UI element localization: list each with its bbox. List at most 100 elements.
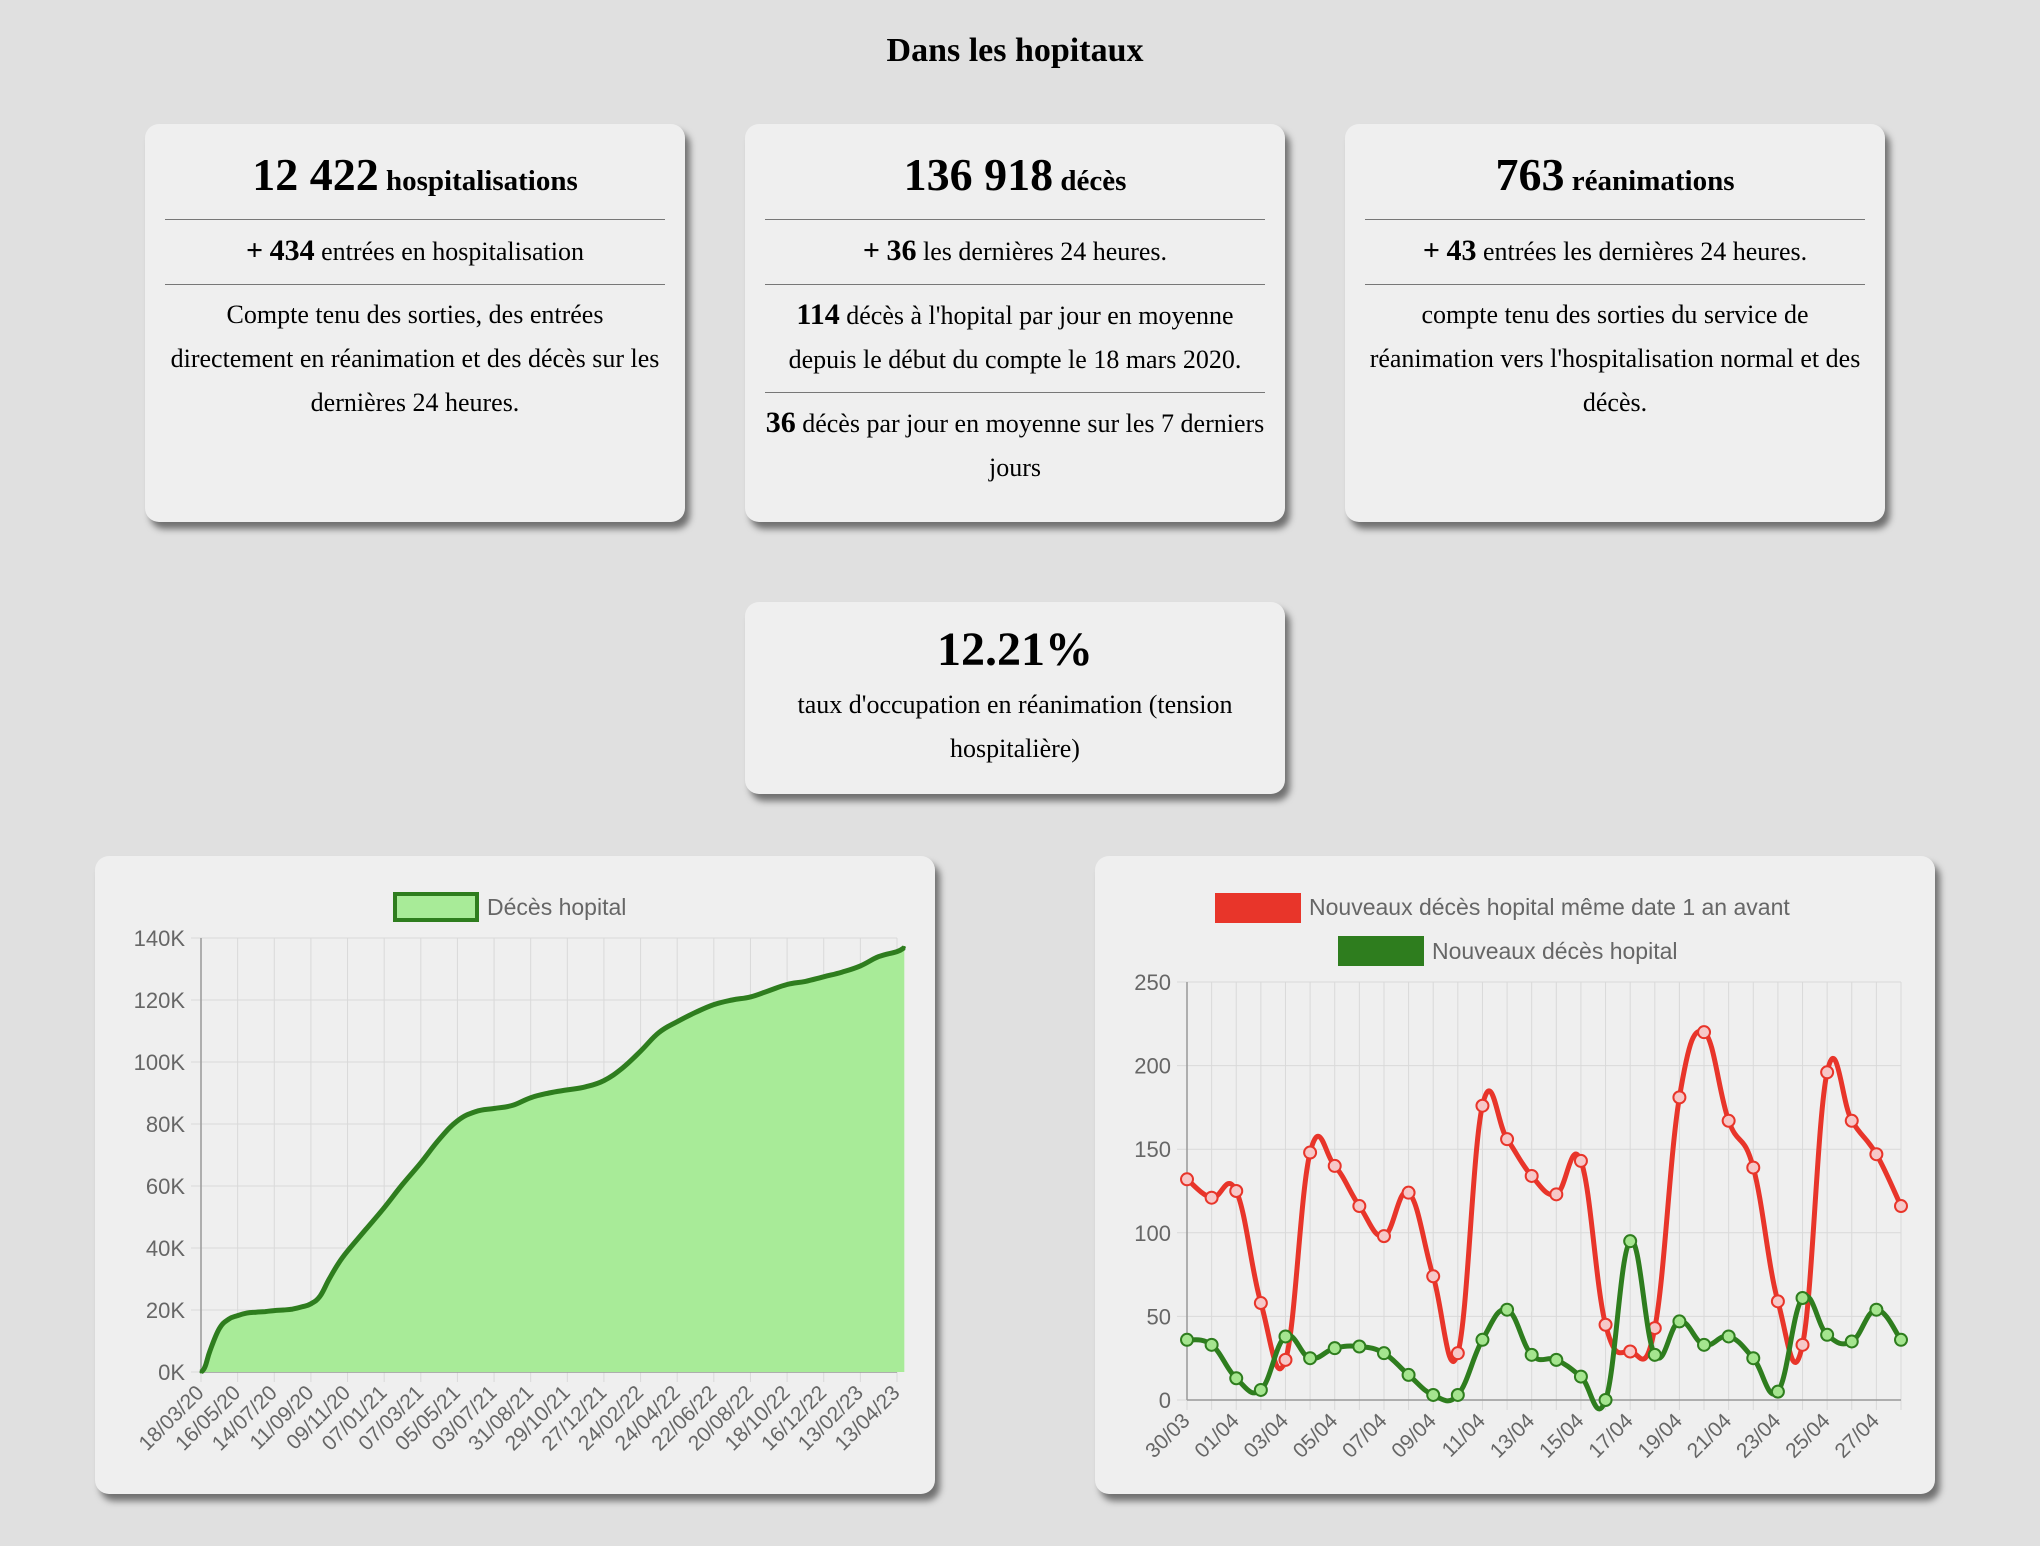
- data-point: [437, 1138, 441, 1141]
- data-point: [208, 1348, 212, 1352]
- data-point: [419, 1161, 423, 1165]
- x-tick-label: 23/04: [1732, 1409, 1786, 1463]
- y-tick-label: 150: [1134, 1137, 1171, 1162]
- y-tick-label: 100: [1134, 1221, 1171, 1246]
- occupancy-value: 12.21%: [937, 623, 1093, 676]
- x-tick-label: 01/04: [1190, 1409, 1244, 1463]
- hospitalisations-heading: 12 422 hospitalisations: [165, 148, 665, 220]
- data-point: [245, 1311, 249, 1315]
- series-nouveaux-deces-point: [1278, 1329, 1293, 1344]
- series-nouveaux-deces-point: [1820, 1327, 1835, 1342]
- data-point: [327, 1277, 331, 1281]
- change-prefix: +: [862, 234, 881, 267]
- data-point: [291, 1307, 295, 1311]
- change-value: 43: [1446, 234, 1477, 267]
- data-point: [547, 1091, 551, 1095]
- series-nouveaux-deces-point: [1229, 1371, 1244, 1386]
- change-prefix: +: [246, 234, 264, 267]
- series-deces-1-an-avant-point: [1894, 1199, 1908, 1214]
- y-tick-label: 80K: [146, 1112, 185, 1137]
- series-deces-1-an-avant-point: [1869, 1147, 1884, 1162]
- deces-average-since-start: 114 décès à l'hopital par jour en moyenn…: [765, 285, 1265, 393]
- series-nouveaux-deces-line: [1186, 1238, 1904, 1412]
- data-point: [529, 1096, 533, 1100]
- y-tick-label: 250: [1134, 970, 1171, 995]
- y-tick-label: 0K: [158, 1360, 185, 1385]
- x-tick-label: 17/04: [1584, 1409, 1638, 1463]
- series-nouveaux-deces-point: [1204, 1337, 1219, 1352]
- data-point: [272, 1309, 276, 1313]
- data-point: [675, 1020, 679, 1024]
- data-point: [657, 1031, 661, 1035]
- data-point: [336, 1262, 340, 1265]
- series-deces-1-an-avant-point: [1524, 1168, 1539, 1183]
- reanimations-value: 763: [1495, 149, 1565, 200]
- x-tick-label: 09/04: [1387, 1409, 1441, 1463]
- x-tick-label: 19/04: [1634, 1409, 1688, 1463]
- series-nouveaux-deces-point: [1450, 1387, 1465, 1402]
- series-deces-1-an-avant-point: [1746, 1160, 1761, 1175]
- data-point: [584, 1085, 588, 1089]
- series-nouveaux-deces-point: [1253, 1382, 1268, 1397]
- series-deces-1-an-avant-point: [1721, 1113, 1736, 1128]
- series-deces-1-an-avant-point: [1697, 1025, 1712, 1040]
- data-point: [300, 1305, 304, 1309]
- series-nouveaux-deces-point: [1327, 1341, 1342, 1356]
- occupancy-label: taux d'occupation en réanimation (tensio…: [797, 690, 1233, 763]
- series-deces-1-an-avant-point: [1623, 1344, 1638, 1359]
- series-deces-1-an-avant-point: [1327, 1158, 1342, 1173]
- reanimations-description: compte tenu des sorties du service de ré…: [1369, 300, 1861, 417]
- data-point: [364, 1227, 368, 1231]
- series-deces-1-an-avant-point: [1204, 1190, 1219, 1205]
- cumulative-deaths-chart: Décès hopital0K20K40K60K80K100K120K140K1…: [134, 892, 906, 1455]
- data-point: [346, 1249, 350, 1253]
- data-point: [318, 1294, 322, 1298]
- data-point: [254, 1310, 258, 1314]
- series-nouveaux-deces-point: [1573, 1369, 1588, 1384]
- series-deces-1-an-avant-point: [1253, 1296, 1268, 1311]
- change-text: entrées les dernières 24 heures.: [1482, 237, 1808, 266]
- series-deces-1-an-avant-point: [1844, 1113, 1859, 1128]
- series-deces-1-an-avant-point: [1573, 1153, 1588, 1168]
- series-deces-1-an-avant-point: [1426, 1269, 1441, 1284]
- deces-change: + 36 les dernières 24 heures.: [765, 220, 1265, 285]
- hospitalisations-card: 12 422 hospitalisations + 434 entrées en…: [145, 124, 685, 522]
- area-fill-deces-hopital: [201, 947, 905, 1372]
- data-point: [602, 1079, 606, 1083]
- legend-label-deces-1-an-avant: Nouveaux décès hopital même date 1 an av…: [1309, 894, 1790, 920]
- page-title: Dans les hopitaux: [886, 32, 1144, 69]
- data-point: [767, 989, 771, 993]
- data-point: [712, 1003, 716, 1007]
- series-nouveaux-deces-point: [1401, 1367, 1416, 1382]
- data-point: [217, 1327, 221, 1331]
- series-nouveaux-deces-point: [1475, 1332, 1490, 1347]
- data-point: [694, 1010, 698, 1014]
- data-point: [858, 964, 862, 968]
- series-nouveaux-deces-point: [1376, 1346, 1391, 1361]
- series-deces-1-an-avant-point: [1475, 1098, 1490, 1113]
- data-point: [895, 950, 899, 954]
- data-point: [203, 1364, 207, 1368]
- x-tick-label: 11/04: [1438, 1409, 1491, 1462]
- data-point: [400, 1182, 404, 1186]
- x-tick-label: 25/04: [1781, 1409, 1835, 1463]
- hospitalisations-unit: hospitalisations: [385, 165, 578, 197]
- data-point: [382, 1206, 386, 1210]
- series-deces-1-an-avant-point: [1770, 1294, 1785, 1309]
- series-deces-1-an-avant-point: [1352, 1199, 1367, 1214]
- series-deces-1-an-avant-point: [1180, 1172, 1194, 1187]
- legend-label-nouveaux-deces: Nouveaux décès hopital: [1432, 938, 1678, 964]
- data-point: [226, 1317, 230, 1321]
- series-nouveaux-deces-point: [1869, 1302, 1884, 1317]
- y-tick-label: 100K: [134, 1050, 186, 1075]
- series-nouveaux-deces-point: [1697, 1337, 1712, 1352]
- series-nouveaux-deces-point: [1549, 1352, 1564, 1367]
- series-deces-1-an-avant-point: [1278, 1352, 1293, 1367]
- reanimations-change: + 43 entrées les dernières 24 heures.: [1365, 220, 1865, 285]
- change-value: 36: [886, 234, 917, 267]
- average-value: 114: [796, 298, 840, 331]
- reanimations-card: 763 réanimations + 43 entrées les derniè…: [1345, 124, 1885, 522]
- deces-heading: 136 918 décès: [765, 148, 1265, 220]
- deces-card: 136 918 décès + 36 les dernières 24 heur…: [745, 124, 1285, 522]
- deces-unit: décès: [1060, 165, 1127, 197]
